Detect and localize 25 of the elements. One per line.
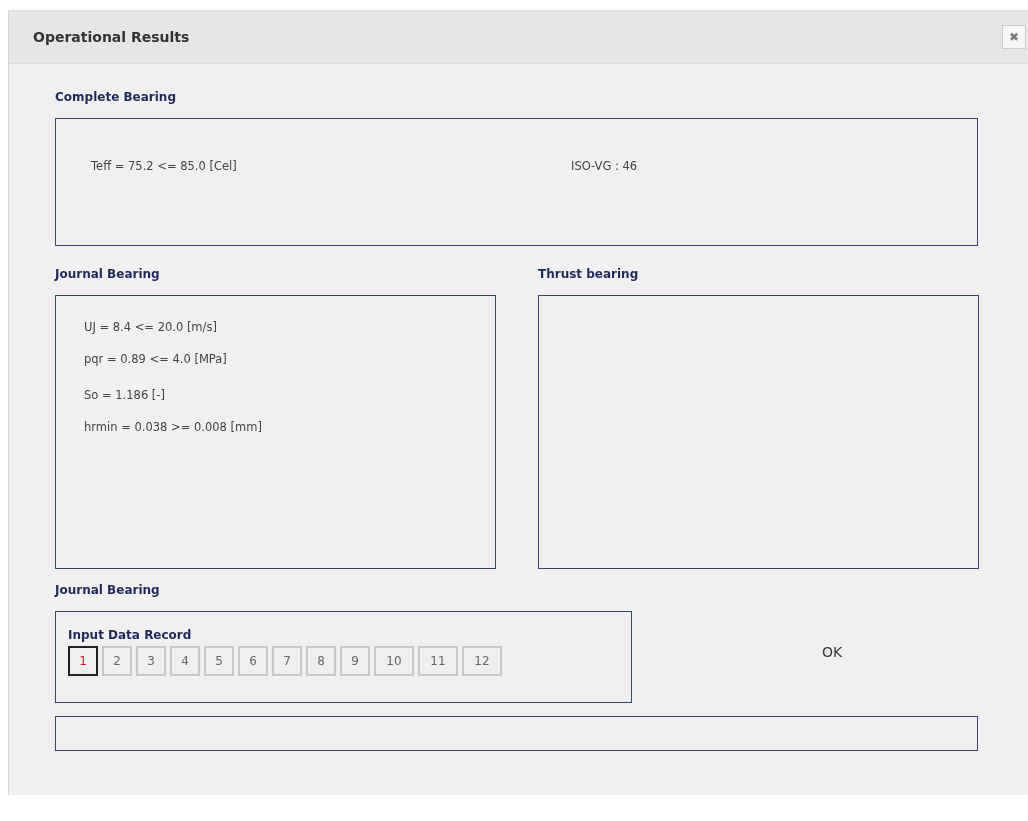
record-button[interactable]: 3 [136,646,166,676]
result-text: Teff = 75.2 <= 85.0 [Cel] [91,159,238,173]
window-title: Operational Results [33,29,190,45]
record-button[interactable]: 8 [306,646,336,676]
record-button[interactable]: 7 [272,646,302,676]
result-text: UJ = 8.4 <= 20.0 [m/s] [84,320,218,334]
record-button[interactable]: 10 [374,646,414,676]
result-text: hrmin = 0.038 >= 0.008 [mm] [84,420,263,434]
record-button[interactable]: 1 [68,646,98,676]
record-button[interactable]: 9 [340,646,370,676]
section-heading: Thrust bearing [538,267,640,283]
result-text: So = 1.186 [-] [84,388,166,402]
record-button[interactable]: 5 [204,646,234,676]
section-heading: Journal Bearing [55,583,161,599]
record-label: Input Data Record [68,628,193,642]
record-button[interactable]: 6 [238,646,268,676]
section-heading: Journal Bearing [55,267,161,283]
close-button[interactable]: ✖ [1002,25,1026,49]
result-text: pqr = 0.89 <= 4.0 [MPa] [84,352,228,366]
result-text: ISO-VG : 46 [571,159,639,173]
record-button[interactable]: 2 [102,646,132,676]
section-heading: Complete Bearing [55,90,177,106]
record-button[interactable]: 11 [418,646,458,676]
record-button[interactable]: 4 [170,646,200,676]
record-button[interactable]: 12 [462,646,502,676]
